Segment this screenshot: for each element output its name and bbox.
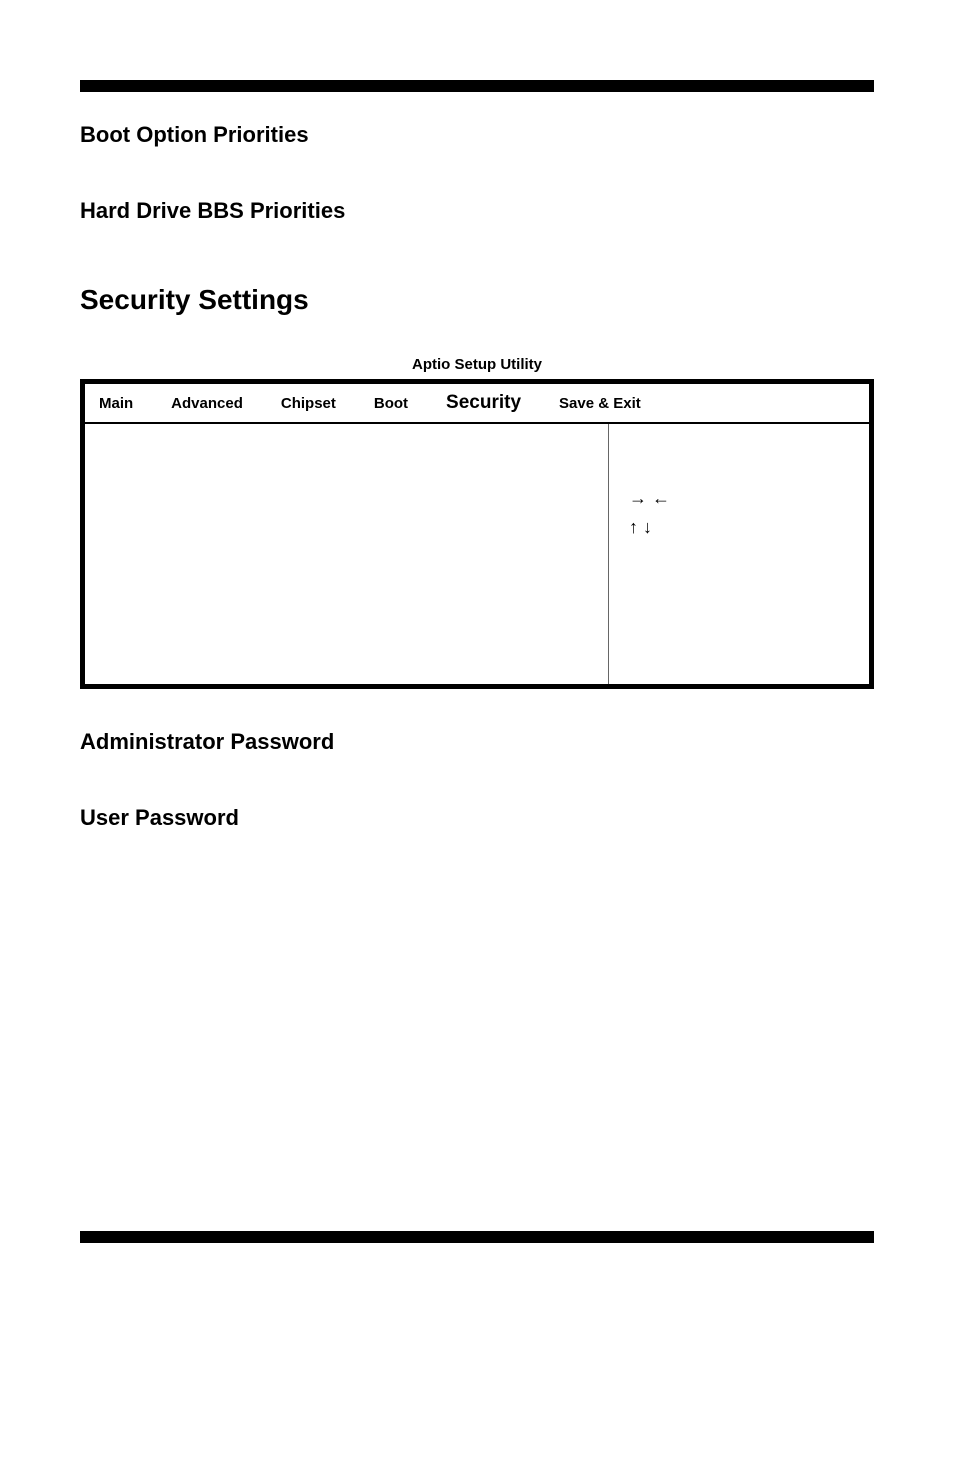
tab-main: Main xyxy=(99,395,133,412)
heading-administrator-password: Administrator Password xyxy=(80,729,874,755)
bios-tab-row: Main Advanced Chipset Boot Security Save… xyxy=(85,384,869,424)
bios-table: Main Advanced Chipset Boot Security Save… xyxy=(80,379,874,689)
bios-body: → ← ↑ ↓ xyxy=(85,424,869,684)
heading-hard-drive-bbs-priorities: Hard Drive BBS Priorities xyxy=(80,198,874,224)
heading-user-password: User Password xyxy=(80,805,874,831)
bios-body-left xyxy=(85,424,609,684)
tab-advanced: Advanced xyxy=(171,395,243,412)
arrows-left-right: → ← xyxy=(629,484,849,513)
section-security-settings: Security Settings xyxy=(80,284,874,316)
tab-boot: Boot xyxy=(374,395,408,412)
bottom-divider xyxy=(80,1231,874,1243)
heading-boot-option-priorities: Boot Option Priorities xyxy=(80,122,874,148)
arrows-up-down: ↑ ↓ xyxy=(629,513,849,542)
bios-caption: Aptio Setup Utility xyxy=(80,356,874,373)
tab-chipset: Chipset xyxy=(281,395,336,412)
tab-save-exit: Save & Exit xyxy=(559,395,641,412)
tab-security: Security xyxy=(446,392,521,414)
top-divider xyxy=(80,80,874,92)
bios-body-right: → ← ↑ ↓ xyxy=(609,424,869,684)
